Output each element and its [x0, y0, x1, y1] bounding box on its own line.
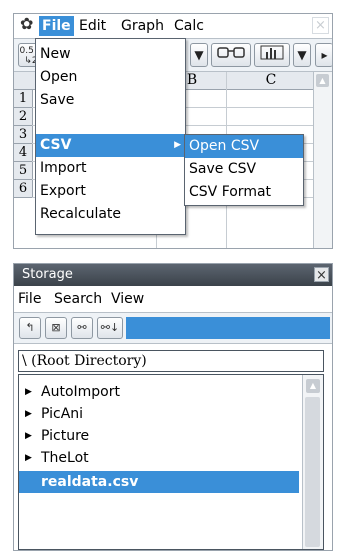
menu-item-save[interactable]: Save [36, 89, 185, 112]
list-item[interactable]: ▶ TheLot [19, 447, 299, 469]
menu-graph[interactable]: Graph [121, 18, 164, 34]
scroll-up-icon[interactable]: ▲ [306, 379, 320, 393]
menu-calc[interactable]: Calc [174, 18, 204, 34]
list-item[interactable]: ▶ AutoImport [19, 381, 299, 403]
submenu-item-save-csv[interactable]: Save CSV [185, 158, 303, 181]
spreadsheet-window: ✿ File Edit Graph Calc × 0.5 1 ↳2 ▼ ▼ ▸ … [13, 13, 333, 249]
menu-item-open[interactable]: Open [36, 66, 185, 89]
menu-item-import[interactable]: Import [36, 157, 185, 180]
menu-item-csv[interactable]: CSV ▶ [36, 134, 185, 157]
menu-item-csv-label: CSV [40, 137, 72, 153]
menu-view[interactable]: View [111, 291, 144, 307]
list-item-label: PicAni [41, 406, 84, 422]
file-menu: New Open Save CSV ▶ Import Export Recalc… [35, 38, 186, 235]
title-bar: Storage × [14, 264, 332, 286]
menu-item-export[interactable]: Export [36, 180, 185, 203]
menu-item-recalculate[interactable]: Recalculate [36, 203, 185, 226]
close-icon[interactable]: × [314, 267, 329, 283]
column-header-c[interactable]: C [226, 72, 315, 89]
storage-menu-bar: File Search View [14, 286, 332, 313]
list-item[interactable]: ▶ PicAni [19, 403, 299, 425]
list-item[interactable]: ▶ Picture [19, 425, 299, 447]
menu-item-new[interactable]: New [36, 43, 185, 66]
parent-folder-icon[interactable]: ↰ [19, 317, 41, 339]
close-icon[interactable]: × [312, 17, 329, 34]
folder-expand-icon: ▶ [25, 387, 32, 397]
vertical-scrollbar[interactable]: ▲ [313, 72, 332, 248]
scroll-thumb[interactable] [305, 397, 320, 547]
list-item-label: realdata.csv [41, 474, 139, 490]
submenu-item-open-csv[interactable]: Open CSV [185, 135, 303, 158]
bar-chart-icon[interactable] [254, 43, 290, 67]
search-next-icon[interactable]: ⚯↓ [97, 317, 123, 339]
menu-file[interactable]: File [39, 16, 74, 36]
folder-expand-icon: ▶ [25, 431, 32, 441]
list-item-label: TheLot [41, 450, 89, 466]
row-header-6[interactable]: 6 [14, 180, 33, 198]
list-item-label: AutoImport [41, 384, 120, 400]
menu-search[interactable]: Search [54, 291, 102, 307]
row-header-1[interactable]: 1 [14, 90, 33, 108]
list-item[interactable]: realdata.csv [19, 471, 299, 493]
row-header-4[interactable]: 4 [14, 144, 33, 162]
submenu-item-csv-format[interactable]: CSV Format [185, 181, 303, 204]
chevron-down-icon[interactable]: ▼ [190, 43, 208, 67]
scroll-up-icon[interactable]: ▲ [316, 74, 329, 87]
chevron-down-icon[interactable]: ▼ [293, 43, 311, 67]
row-header-5[interactable]: 5 [14, 162, 33, 180]
glasses-icon-graphic [217, 47, 245, 58]
row-header-2[interactable]: 2 [14, 108, 33, 126]
new-folder-icon[interactable]: ⊠ [45, 317, 67, 339]
row-header-3[interactable]: 3 [14, 126, 33, 144]
toolbar-tray [126, 317, 330, 339]
glasses-icon[interactable] [211, 43, 251, 67]
storage-toolbar: ↰ ⊠ ⚯ ⚯↓ [14, 313, 332, 344]
folder-expand-icon: ▶ [25, 409, 32, 419]
vertical-scrollbar[interactable]: ▲ [302, 375, 323, 549]
path-bar: \ (Root Directory) [18, 350, 324, 372]
menu-edit[interactable]: Edit [79, 18, 106, 34]
menu-bar: ✿ File Edit Graph Calc × [14, 14, 332, 39]
menu-file[interactable]: File [18, 291, 41, 307]
folder-expand-icon: ▶ [25, 453, 32, 463]
chevron-right-icon[interactable]: ▸ [315, 43, 332, 67]
gear-icon[interactable]: ✿ [20, 16, 33, 32]
storage-window: Storage × File Search View ↰ ⊠ ⚯ ⚯↓ \ (R… [13, 263, 333, 551]
search-icon[interactable]: ⚯ [71, 317, 93, 339]
bar-chart-icon-graphic [260, 45, 284, 60]
submenu-arrow-icon: ▶ [174, 140, 181, 150]
csv-submenu: Open CSV Save CSV CSV Format [184, 134, 304, 206]
list-item-label: Picture [41, 428, 90, 444]
file-list[interactable]: ▶ AutoImport ▶ PicAni ▶ Picture ▶ TheLot… [18, 374, 324, 550]
window-title: Storage [22, 267, 73, 282]
